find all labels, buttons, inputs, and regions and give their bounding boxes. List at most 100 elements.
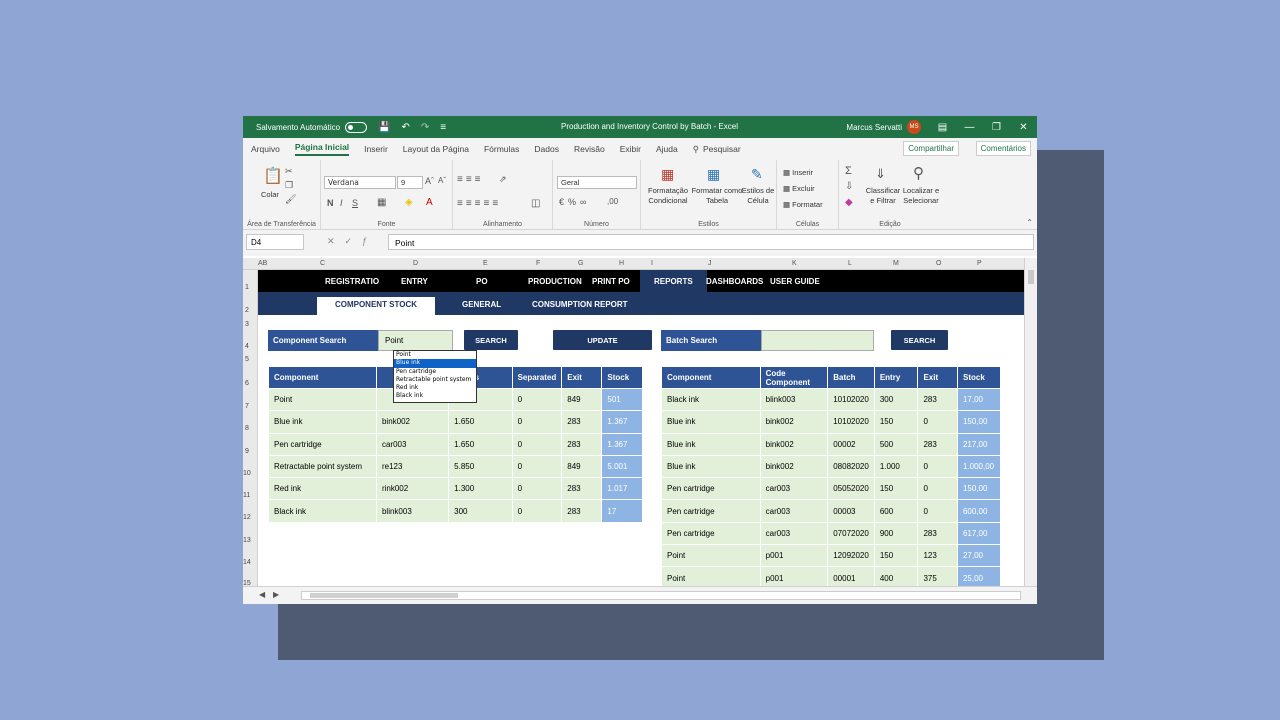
cell[interactable]: blink003 bbox=[759, 387, 829, 412]
cell[interactable]: 300 bbox=[448, 499, 513, 523]
cell[interactable]: Black ink bbox=[268, 499, 377, 523]
close-icon[interactable]: ✕ bbox=[1010, 122, 1037, 133]
vertical-scroll-thumb[interactable] bbox=[1028, 270, 1034, 284]
cell[interactable]: 849 bbox=[561, 387, 603, 412]
col-header[interactable]: O bbox=[936, 260, 941, 267]
copy-icon[interactable]: ❐ bbox=[285, 180, 293, 191]
increase-font-icon[interactable]: Aˆ bbox=[425, 176, 434, 186]
stock-cell[interactable]: 150,00 bbox=[956, 477, 1002, 501]
cell[interactable]: 400 bbox=[873, 566, 919, 586]
cell[interactable]: 05052020 bbox=[827, 477, 875, 501]
cell[interactable]: 0 bbox=[511, 410, 563, 434]
cell[interactable]: 283 bbox=[917, 387, 958, 412]
col-header[interactable]: M bbox=[893, 260, 899, 267]
cell[interactable]: Point bbox=[268, 387, 377, 412]
col-header[interactable]: P bbox=[977, 260, 982, 267]
stock-cell[interactable]: 600,00 bbox=[956, 499, 1002, 523]
search-icon[interactable]: ⚲ bbox=[693, 144, 699, 155]
cell[interactable]: 10102020 bbox=[827, 410, 875, 434]
formula-input[interactable]: Point bbox=[388, 234, 1034, 250]
merge-icon[interactable]: ◫ bbox=[531, 198, 540, 209]
cell[interactable]: 07072020 bbox=[827, 521, 875, 546]
row-header[interactable]: 8 bbox=[245, 425, 249, 432]
cell[interactable]: 1.000 bbox=[873, 454, 919, 479]
dropdown-option-selected[interactable]: Blue ink bbox=[394, 359, 476, 368]
cell[interactable]: 00002 bbox=[827, 432, 875, 456]
batch-search-button[interactable]: SEARCH bbox=[891, 330, 948, 350]
cell[interactable]: 300 bbox=[873, 387, 919, 412]
horizontal-scrollbar[interactable] bbox=[301, 591, 1021, 600]
conditional-format-icon[interactable]: ▦ bbox=[661, 166, 674, 183]
row-header[interactable]: 3 bbox=[245, 321, 249, 328]
cell[interactable]: Pen cartridge bbox=[268, 432, 377, 456]
cell[interactable]: 283 bbox=[917, 521, 958, 546]
cell[interactable]: 0 bbox=[511, 499, 563, 523]
row-header[interactable]: 5 bbox=[245, 356, 249, 363]
cell[interactable]: bink002 bbox=[759, 410, 829, 434]
cell[interactable]: 600 bbox=[873, 499, 919, 523]
cell[interactable]: 283 bbox=[561, 410, 603, 434]
cell[interactable]: 283 bbox=[561, 499, 603, 523]
nav-print-po[interactable]: PRINT PO bbox=[592, 277, 630, 286]
restore-icon[interactable]: ❐ bbox=[983, 122, 1010, 133]
cell[interactable]: Black ink bbox=[661, 387, 761, 412]
cell[interactable]: 150 bbox=[873, 410, 919, 434]
cell[interactable]: 283 bbox=[561, 432, 603, 456]
tab-pagina-inicial[interactable]: Página Inicial bbox=[294, 142, 350, 156]
cell[interactable]: 08082020 bbox=[827, 454, 875, 479]
tab-formulas[interactable]: Fórmulas bbox=[484, 144, 519, 154]
component-search-button[interactable]: SEARCH bbox=[464, 330, 518, 350]
cell[interactable]: 900 bbox=[873, 521, 919, 546]
nav-production[interactable]: PRODUCTION bbox=[528, 277, 582, 286]
cell[interactable]: 1.650 bbox=[448, 432, 513, 456]
row-header[interactable]: 1 bbox=[245, 284, 249, 291]
cell[interactable]: car003 bbox=[759, 499, 829, 523]
tab-ajuda[interactable]: Ajuda bbox=[656, 144, 678, 154]
row-header[interactable]: 2 bbox=[245, 307, 249, 314]
format-table-button[interactable]: Formatar como Tabela bbox=[691, 186, 743, 206]
borders-icon[interactable]: ▦ bbox=[377, 197, 386, 208]
nav-entry[interactable]: ENTRY bbox=[401, 277, 428, 286]
col-header[interactable]: H bbox=[619, 260, 624, 267]
cell[interactable]: Point bbox=[661, 544, 761, 568]
row-header[interactable]: 4 bbox=[245, 343, 249, 350]
row-header[interactable]: 7 bbox=[245, 403, 249, 410]
cell[interactable]: 283 bbox=[917, 432, 958, 456]
cell[interactable]: car003 bbox=[759, 521, 829, 546]
comments-button[interactable]: Comentários bbox=[975, 141, 1031, 156]
vertical-align-icons[interactable]: ≡≡≡ bbox=[457, 174, 484, 185]
stock-cell[interactable]: 1.367 bbox=[601, 410, 643, 434]
col-header[interactable]: G bbox=[578, 260, 583, 267]
nav-registration[interactable]: REGISTRATIO bbox=[325, 277, 379, 286]
cell[interactable]: 150 bbox=[873, 477, 919, 501]
cell[interactable]: 849 bbox=[561, 454, 603, 479]
cell[interactable]: car003 bbox=[759, 477, 829, 501]
cell[interactable]: 0 bbox=[511, 477, 563, 501]
italic-icon[interactable]: I bbox=[340, 198, 343, 208]
cell[interactable]: 0 bbox=[917, 454, 958, 479]
cell[interactable]: 0 bbox=[511, 432, 563, 456]
cell[interactable]: 10102020 bbox=[827, 387, 875, 412]
cell[interactable]: 12092020 bbox=[827, 544, 875, 568]
cell[interactable]: 1.650 bbox=[448, 410, 513, 434]
cell[interactable]: 00001 bbox=[827, 566, 875, 586]
stock-cell[interactable]: 27,00 bbox=[956, 544, 1002, 568]
cell[interactable]: blink003 bbox=[375, 499, 450, 523]
save-icon[interactable]: 💾 bbox=[378, 122, 390, 133]
cell[interactable]: Blue ink bbox=[661, 432, 761, 456]
tab-arquivo[interactable]: Arquivo bbox=[251, 144, 280, 154]
font-name-select[interactable]: Verdana bbox=[324, 176, 396, 189]
col-header[interactable]: C bbox=[320, 260, 325, 267]
cell-styles-button[interactable]: Estilos de Célula bbox=[741, 186, 775, 206]
stock-cell[interactable]: 1.367 bbox=[601, 432, 643, 456]
format-painter-icon[interactable]: 🖌 bbox=[285, 194, 296, 205]
cell[interactable]: Pen cartridge bbox=[661, 499, 761, 523]
update-button[interactable]: UPDATE bbox=[553, 330, 652, 350]
tab-inserir[interactable]: Inserir bbox=[364, 144, 388, 154]
undo-icon[interactable]: ↶ bbox=[402, 122, 410, 133]
minimize-icon[interactable]: — bbox=[956, 122, 983, 133]
row-header[interactable]: 12 bbox=[243, 514, 251, 521]
nav-po[interactable]: PO bbox=[476, 277, 488, 286]
fill-icon[interactable]: ⇩ bbox=[845, 181, 853, 192]
format-table-icon[interactable]: ▦ bbox=[707, 166, 720, 183]
